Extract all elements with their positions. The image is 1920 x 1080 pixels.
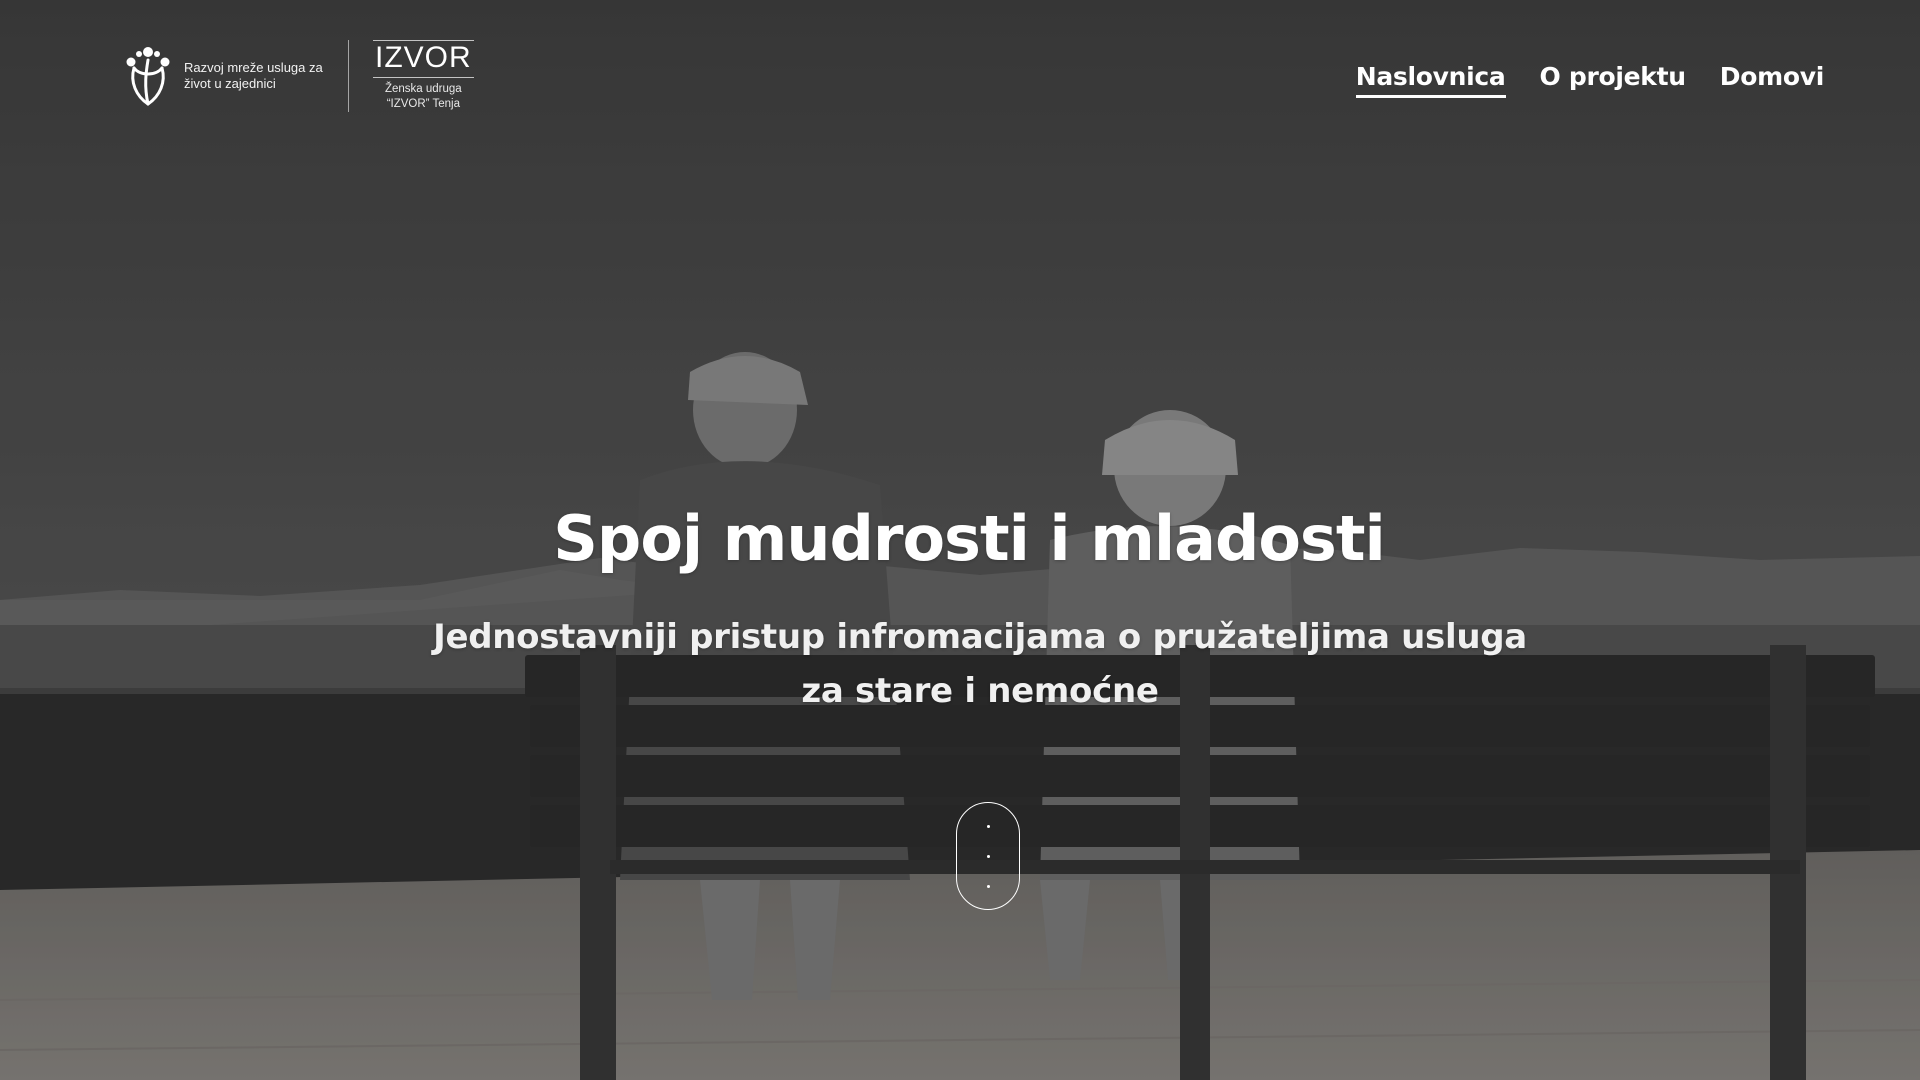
izvor-subtitle-line1: Ženska udruga: [384, 83, 462, 95]
scroll-down-icon[interactable]: [956, 802, 1020, 910]
scroll-dot: [987, 855, 990, 858]
izvor-logo: IZVOR Ženska udruga “IZVOR” Tenja: [373, 40, 474, 112]
nav-item-o-projektu[interactable]: O projektu: [1540, 62, 1687, 98]
logo-text: Razvoj mreže usluga za život u zajednici: [184, 60, 323, 91]
izvor-subtitle-line2: “IZVOR” Tenja: [386, 98, 460, 110]
hero-subtitle-line1: Jednostavniji pristup infromacijama o pr…: [433, 617, 1527, 657]
logo-divider: [348, 40, 349, 112]
logo-group[interactable]: Razvoj mreže usluga za život u zajednici…: [122, 38, 474, 114]
people-tree-logo-icon: [126, 47, 170, 106]
hero-subtitle-line2: za stare i nemoćne: [801, 671, 1159, 711]
nav-item-naslovnica[interactable]: Naslovnica: [1355, 62, 1506, 98]
hero-subtitle: Jednostavniji pristup infromacijama o pr…: [390, 610, 1570, 718]
scroll-dot: [987, 885, 990, 888]
main-nav: Naslovnica O projektu Domovi: [1355, 62, 1825, 98]
nav-item-domovi[interactable]: Domovi: [1720, 62, 1825, 98]
hero-title: Spoj mudrosti i mladosti: [553, 502, 1385, 575]
scroll-dot: [987, 825, 990, 828]
izvor-wordmark: IZVOR: [373, 40, 474, 78]
site-header: Razvoj mreže usluga za život u zajednici…: [0, 0, 1920, 160]
